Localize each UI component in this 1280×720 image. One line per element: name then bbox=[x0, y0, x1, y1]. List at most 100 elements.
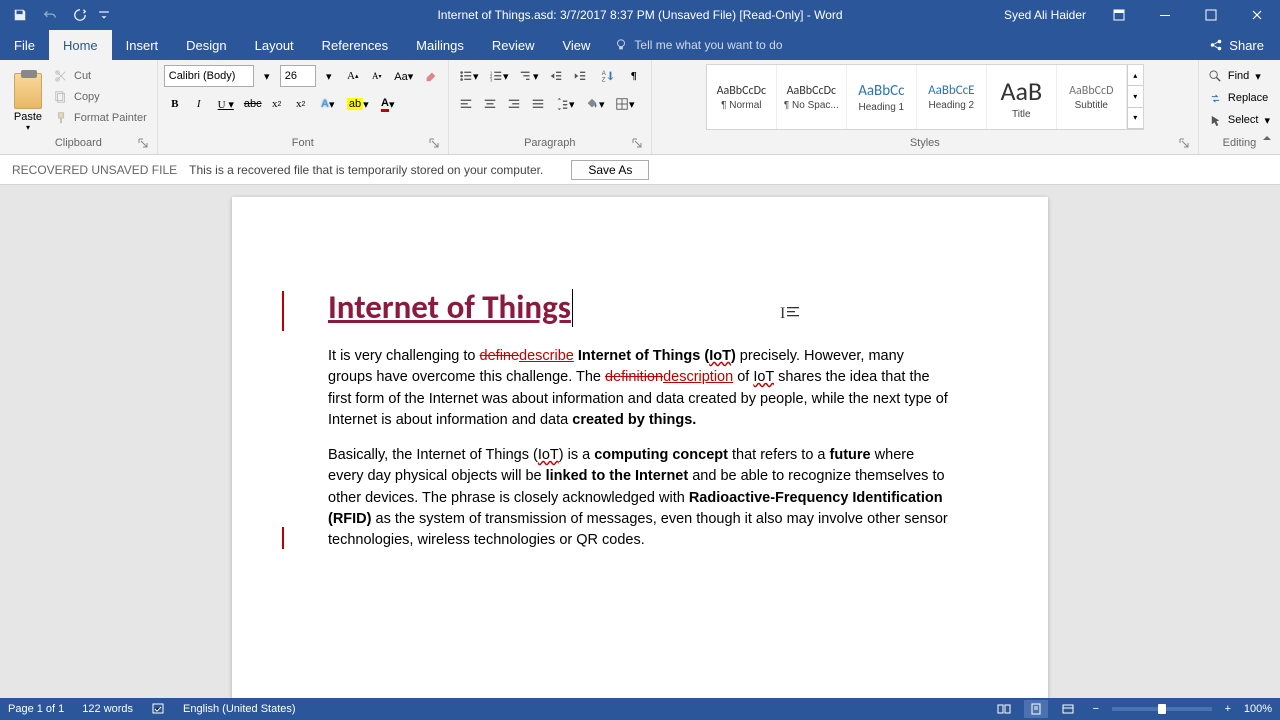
text-effects-button[interactable]: A▾ bbox=[314, 93, 342, 115]
select-icon bbox=[1209, 114, 1222, 127]
copy-button[interactable]: Copy bbox=[50, 87, 151, 107]
styles-scroll[interactable]: ▴▾▾ bbox=[1127, 65, 1143, 129]
document-area[interactable]: I Internet of Things It is very challeng… bbox=[0, 185, 1280, 698]
style-subtitle[interactable]: AaBbCcDSubtitle bbox=[1057, 65, 1127, 129]
zoom-out-button[interactable]: − bbox=[1088, 703, 1104, 715]
bold-button[interactable]: B bbox=[164, 93, 186, 115]
doc-paragraph-2[interactable]: Basically, the Internet of Things (IoT) … bbox=[328, 444, 952, 550]
collapse-ribbon-icon[interactable] bbox=[1260, 131, 1274, 150]
tab-file[interactable]: File bbox=[0, 30, 49, 60]
zoom-in-button[interactable]: + bbox=[1220, 703, 1236, 715]
styles-dialog-launcher-icon[interactable] bbox=[1178, 138, 1190, 150]
underline-button[interactable]: U ▾ bbox=[212, 93, 240, 115]
style-heading-2[interactable]: AaBbCcEHeading 2 bbox=[917, 65, 987, 129]
qat-customize-icon[interactable] bbox=[98, 3, 110, 27]
font-size-combo[interactable]: 26 bbox=[280, 65, 316, 87]
replace-icon bbox=[1209, 92, 1222, 105]
style-normal[interactable]: AaBbCcDc¶ Normal bbox=[707, 65, 777, 129]
italic-button[interactable]: I bbox=[188, 93, 210, 115]
font-color-button[interactable]: A▾ bbox=[374, 93, 402, 115]
strikethrough-button[interactable]: abc bbox=[242, 93, 264, 115]
tab-mailings[interactable]: Mailings bbox=[402, 30, 478, 60]
replace-button[interactable]: Replace bbox=[1205, 88, 1274, 108]
clear-formatting-button[interactable] bbox=[420, 65, 442, 87]
read-mode-icon[interactable] bbox=[992, 700, 1016, 718]
save-icon[interactable] bbox=[8, 3, 32, 27]
page-indicator[interactable]: Page 1 of 1 bbox=[8, 703, 64, 715]
justify-button[interactable] bbox=[527, 93, 549, 115]
tab-insert[interactable]: Insert bbox=[112, 30, 173, 60]
multilevel-list-button[interactable]: ▾ bbox=[515, 65, 543, 87]
undo-icon[interactable] bbox=[38, 3, 62, 27]
borders-button[interactable]: ▾ bbox=[611, 93, 639, 115]
paste-button[interactable]: Paste ▾ bbox=[6, 64, 50, 134]
line-spacing-button[interactable]: ▾ bbox=[551, 93, 579, 115]
maximize-icon[interactable] bbox=[1188, 0, 1234, 30]
tab-view[interactable]: View bbox=[548, 30, 604, 60]
font-size-dropdown-icon[interactable]: ▾ bbox=[318, 65, 340, 87]
align-left-button[interactable] bbox=[455, 93, 477, 115]
superscript-button[interactable]: x2 bbox=[290, 93, 312, 115]
bullets-button[interactable]: ▾ bbox=[455, 65, 483, 87]
proofing-icon[interactable] bbox=[151, 701, 165, 718]
select-button[interactable]: Select ▾ bbox=[1205, 110, 1274, 130]
style-heading-1[interactable]: AaBbCcHeading 1 bbox=[847, 65, 917, 129]
scissors-icon bbox=[54, 69, 68, 83]
window-title: Internet of Things.asd: 3/7/2017 8:37 PM… bbox=[437, 8, 842, 22]
close-icon[interactable] bbox=[1234, 0, 1280, 30]
style-title[interactable]: AaBTitle bbox=[987, 65, 1057, 129]
font-name-dropdown-icon[interactable]: ▾ bbox=[256, 65, 278, 87]
zoom-slider[interactable] bbox=[1112, 707, 1212, 711]
subscript-button[interactable]: x2 bbox=[266, 93, 288, 115]
highlight-button[interactable]: ab▾ bbox=[344, 93, 372, 115]
paragraph-dialog-launcher-icon[interactable] bbox=[631, 138, 643, 150]
svg-text:Z: Z bbox=[602, 76, 606, 83]
save-as-button[interactable]: Save As bbox=[571, 160, 649, 180]
doc-heading[interactable]: Internet of Things bbox=[328, 287, 571, 327]
increase-indent-button[interactable] bbox=[569, 65, 591, 87]
doc-paragraph-1[interactable]: It is very challenging to definedescribe… bbox=[328, 345, 952, 430]
revision-bar[interactable] bbox=[282, 527, 284, 549]
tab-home[interactable]: Home bbox=[49, 30, 112, 60]
zoom-level[interactable]: 100% bbox=[1244, 703, 1272, 715]
font-name-combo[interactable]: Calibri (Body) bbox=[164, 65, 254, 87]
web-layout-icon[interactable] bbox=[1056, 700, 1080, 718]
minimize-icon[interactable] bbox=[1142, 0, 1188, 30]
print-layout-icon[interactable] bbox=[1024, 700, 1048, 718]
share-button[interactable]: Share bbox=[1193, 30, 1280, 60]
revision-bar[interactable] bbox=[282, 291, 284, 331]
svg-text:3: 3 bbox=[490, 77, 493, 82]
grow-font-button[interactable]: A▴ bbox=[342, 65, 364, 87]
tab-design[interactable]: Design bbox=[172, 30, 240, 60]
text-cursor-icon: I bbox=[780, 305, 805, 323]
language-indicator[interactable]: English (United States) bbox=[183, 703, 296, 715]
tab-layout[interactable]: Layout bbox=[241, 30, 308, 60]
align-center-button[interactable] bbox=[479, 93, 501, 115]
sort-button[interactable]: AZ bbox=[593, 65, 621, 87]
page[interactable]: I Internet of Things It is very challeng… bbox=[232, 197, 1048, 698]
word-count[interactable]: 122 words bbox=[82, 703, 133, 715]
change-case-button[interactable]: Aa▾ bbox=[390, 65, 418, 87]
tell-me-search[interactable]: Tell me what you want to do bbox=[604, 30, 792, 60]
group-paragraph: ▾ 123▾ ▾ AZ ¶ ▾ ▾ ▾ P bbox=[449, 60, 652, 154]
find-button[interactable]: Find ▾ bbox=[1205, 66, 1274, 86]
numbering-button[interactable]: 123▾ bbox=[485, 65, 513, 87]
clipboard-group-label: Clipboard bbox=[55, 137, 102, 149]
redo-icon[interactable] bbox=[68, 3, 92, 27]
show-hide-button[interactable]: ¶ bbox=[623, 65, 645, 87]
shrink-font-button[interactable]: A▾ bbox=[366, 65, 388, 87]
ribbon: Paste ▾ Cut Copy Format Painter Clipboar… bbox=[0, 60, 1280, 155]
ribbon-display-options-icon[interactable] bbox=[1096, 0, 1142, 30]
align-right-button[interactable] bbox=[503, 93, 525, 115]
cut-button[interactable]: Cut bbox=[50, 66, 151, 86]
style-no-spacing[interactable]: AaBbCcDc¶ No Spac... bbox=[777, 65, 847, 129]
shading-button[interactable]: ▾ bbox=[581, 93, 609, 115]
clipboard-dialog-launcher-icon[interactable] bbox=[137, 138, 149, 150]
tab-review[interactable]: Review bbox=[478, 30, 549, 60]
user-name[interactable]: Syed Ali Haider bbox=[1004, 8, 1086, 22]
font-dialog-launcher-icon[interactable] bbox=[428, 138, 440, 150]
tab-references[interactable]: References bbox=[308, 30, 402, 60]
format-painter-button[interactable]: Format Painter bbox=[50, 108, 151, 128]
decrease-indent-button[interactable] bbox=[545, 65, 567, 87]
paste-icon bbox=[14, 73, 42, 109]
